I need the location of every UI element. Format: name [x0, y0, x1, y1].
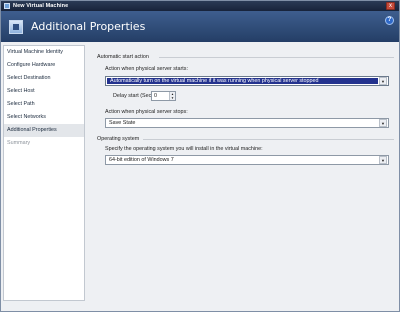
start-action-label: Action when physical server starts:	[105, 66, 188, 72]
start-action-dropdown[interactable]: Automatically turn on the virtual machin…	[105, 76, 389, 86]
stop-action-label: Action when physical server stops:	[105, 109, 188, 115]
delay-start-value[interactable]: 0	[152, 92, 169, 100]
page-banner: Additional Properties ?	[1, 11, 399, 42]
properties-icon	[9, 19, 23, 34]
page-title: Additional Properties	[31, 20, 146, 33]
nav-item-select-networks[interactable]: Select Networks	[4, 111, 84, 124]
new-vm-wizard-window: New Virtual Machine x Additional Propert…	[0, 0, 400, 312]
wizard-steps-nav: Virtual Machine Identity Configure Hardw…	[3, 45, 85, 301]
os-label: Specify the operating system you will in…	[105, 146, 263, 152]
delay-start-label: Delay start (Sec):	[113, 93, 155, 99]
delay-start-spinner[interactable]: 0 ▲ ▼	[151, 91, 176, 101]
stop-action-dropdown[interactable]: Save State ▼	[105, 118, 389, 128]
os-dropdown[interactable]: 64-bit edition of Windows 7 ▼	[105, 155, 389, 165]
chevron-down-icon[interactable]: ▼	[379, 119, 387, 127]
title-bar: New Virtual Machine x	[1, 1, 399, 11]
os-value: 64-bit edition of Windows 7	[109, 157, 174, 163]
nav-item-summary: Summary	[7, 140, 31, 146]
help-icon[interactable]: ?	[385, 16, 394, 25]
auto-start-section-title: Automatic start action	[97, 54, 149, 60]
window-title: New Virtual Machine	[13, 3, 69, 9]
start-action-value: Automatically turn on the virtual machin…	[107, 78, 378, 84]
close-icon[interactable]: x	[386, 2, 395, 10]
nav-item-virtual-machine-identity[interactable]: Virtual Machine Identity	[4, 46, 84, 59]
spin-down-icon[interactable]: ▼	[170, 96, 175, 100]
stop-action-value: Save State	[109, 120, 136, 126]
nav-item-configure-hardware[interactable]: Configure Hardware	[4, 59, 84, 72]
nav-item-select-host[interactable]: Select Host	[4, 85, 84, 98]
chevron-down-icon[interactable]: ▼	[379, 156, 387, 164]
nav-item-select-path[interactable]: Select Path	[4, 98, 84, 111]
nav-item-select-destination[interactable]: Select Destination	[4, 72, 84, 85]
vm-app-icon	[4, 3, 10, 9]
section-divider	[159, 57, 394, 58]
nav-item-additional-properties[interactable]: Additional Properties	[4, 124, 84, 137]
section-divider	[143, 139, 394, 140]
os-section-title: Operating system	[97, 136, 140, 142]
properties-panel: Automatic start action Action when physi…	[91, 45, 397, 305]
chevron-down-icon[interactable]: ▼	[379, 77, 387, 85]
